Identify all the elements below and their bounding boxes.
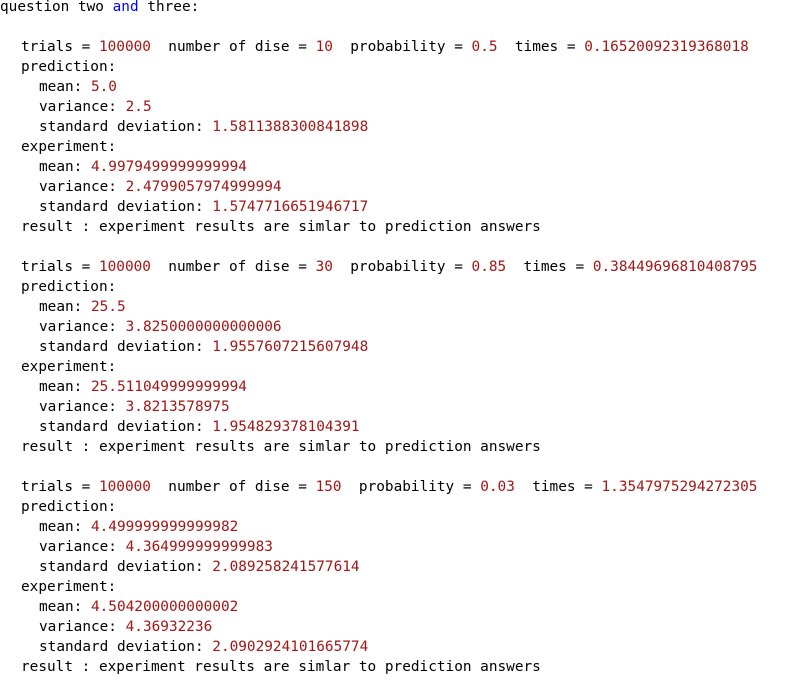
std-value: 2.089258241577614 bbox=[212, 559, 360, 575]
run-1-prediction-std: standard deviation: 1.5811388300841898 bbox=[0, 117, 368, 137]
variance-value: 2.4799057974999994 bbox=[125, 179, 282, 195]
mean-label: mean: bbox=[39, 159, 91, 175]
variance-label: variance: bbox=[39, 319, 126, 335]
run-3-prediction-heading: prediction: bbox=[21, 499, 117, 515]
run-3-prediction-variance: variance: 4.364999999999983 bbox=[0, 537, 273, 557]
times-value: 0.38449696810408795 bbox=[592, 259, 758, 275]
run-3-experiment-heading: experiment: bbox=[21, 579, 117, 595]
run-1-prediction-variance: variance: 2.5 bbox=[0, 97, 152, 117]
std-value: 1.5747716651946717 bbox=[212, 199, 369, 215]
run-2-prediction-mean: mean: 25.5 bbox=[0, 297, 126, 317]
dice-label: number of dise = bbox=[168, 479, 316, 495]
probability-value: 0.85 bbox=[471, 259, 507, 275]
run-2-experiment-variance: variance: 3.8213578975 bbox=[0, 397, 230, 417]
run-2-summary: trials = 100000 number of dise = 30 prob… bbox=[0, 257, 757, 277]
run-2-prediction-std: standard deviation: 1.9557607215607948 bbox=[0, 337, 368, 357]
std-label: standard deviation: bbox=[39, 199, 213, 215]
run-1-experiment-variance: variance: 2.4799057974999994 bbox=[0, 177, 282, 197]
variance-value: 2.5 bbox=[125, 99, 152, 115]
mean-label: mean: bbox=[39, 79, 91, 95]
run-1-experiment-mean: mean: 4.9979499999999994 bbox=[0, 157, 247, 177]
run-1-summary: trials = 100000 number of dise = 10 prob… bbox=[0, 37, 749, 57]
probability-value: 0.5 bbox=[471, 39, 498, 55]
mean-label: mean: bbox=[39, 299, 91, 315]
dice-value: 30 bbox=[315, 259, 333, 275]
probability-label: probability = bbox=[350, 259, 472, 275]
run-1-prediction-heading: prediction: bbox=[21, 59, 117, 75]
variance-label: variance: bbox=[39, 619, 126, 635]
run-2-experiment-std: standard deviation: 1.954829378104391 bbox=[0, 417, 360, 437]
times-value: 1.3547975294272305 bbox=[601, 479, 758, 495]
dice-value: 10 bbox=[315, 39, 333, 55]
variance-value: 3.8213578975 bbox=[125, 399, 230, 415]
dice-value: 150 bbox=[315, 479, 342, 495]
times-label: times = bbox=[532, 479, 602, 495]
trials-label: trials = bbox=[21, 259, 99, 275]
heading-text-end: three: bbox=[138, 0, 200, 15]
heading-text: question two bbox=[0, 0, 113, 15]
trials-label: trials = bbox=[21, 479, 99, 495]
trials-value: 100000 bbox=[98, 479, 151, 495]
trials-label: trials = bbox=[21, 39, 99, 55]
mean-value: 25.511049999999994 bbox=[90, 379, 247, 395]
mean-label: mean: bbox=[39, 379, 91, 395]
trials-value: 100000 bbox=[98, 259, 151, 275]
mean-label: mean: bbox=[39, 599, 91, 615]
std-value: 1.954829378104391 bbox=[212, 419, 360, 435]
std-value: 2.0902924101665774 bbox=[212, 639, 369, 655]
run-3-prediction-mean: mean: 4.499999999999982 bbox=[0, 517, 238, 537]
run-1-experiment-std: standard deviation: 1.5747716651946717 bbox=[0, 197, 368, 217]
probability-value: 0.03 bbox=[480, 479, 515, 495]
times-value: 0.16520092319368018 bbox=[584, 39, 749, 55]
run-3-experiment-variance: variance: 4.36932236 bbox=[0, 617, 212, 637]
run-3-result: result : experiment results are simlar t… bbox=[21, 659, 541, 675]
variance-label: variance: bbox=[39, 539, 126, 555]
variance-value: 3.8250000000000006 bbox=[125, 319, 282, 335]
times-label: times = bbox=[523, 259, 593, 275]
trials-value: 100000 bbox=[98, 39, 151, 55]
std-value: 1.5811388300841898 bbox=[212, 119, 369, 135]
run-2-prediction-heading: prediction: bbox=[21, 279, 117, 295]
std-label: standard deviation: bbox=[39, 119, 213, 135]
run-3-experiment-mean: mean: 4.504200000000002 bbox=[0, 597, 238, 617]
std-label: standard deviation: bbox=[39, 559, 213, 575]
variance-value: 4.364999999999983 bbox=[125, 539, 273, 555]
run-2-result: result : experiment results are simlar t… bbox=[21, 439, 541, 455]
run-2-prediction-variance: variance: 3.8250000000000006 bbox=[0, 317, 282, 337]
variance-label: variance: bbox=[39, 179, 126, 195]
heading-keyword: and bbox=[112, 0, 139, 15]
std-value: 1.9557607215607948 bbox=[212, 339, 369, 355]
mean-value: 4.499999999999982 bbox=[90, 519, 239, 535]
variance-value: 4.36932236 bbox=[125, 619, 213, 635]
variance-label: variance: bbox=[39, 99, 126, 115]
times-label: times = bbox=[514, 39, 585, 55]
dice-label: number of dise = bbox=[168, 259, 316, 275]
run-2-experiment-heading: experiment: bbox=[21, 359, 117, 375]
probability-label: probability = bbox=[350, 39, 472, 55]
std-label: standard deviation: bbox=[39, 339, 213, 355]
dice-label: number of dise = bbox=[168, 39, 316, 55]
mean-value: 25.5 bbox=[90, 299, 126, 315]
run-3-summary: trials = 100000 number of dise = 150 pro… bbox=[0, 477, 757, 497]
run-1-result: result : experiment results are simlar t… bbox=[21, 219, 541, 235]
run-3-experiment-std: standard deviation: 2.0902924101665774 bbox=[0, 637, 368, 657]
std-label: standard deviation: bbox=[39, 639, 213, 655]
mean-value: 4.504200000000002 bbox=[90, 599, 239, 615]
run-2-experiment-mean: mean: 25.511049999999994 bbox=[0, 377, 247, 397]
mean-label: mean: bbox=[39, 519, 91, 535]
probability-label: probability = bbox=[358, 479, 481, 495]
run-3-prediction-std: standard deviation: 2.089258241577614 bbox=[0, 557, 360, 577]
variance-label: variance: bbox=[39, 399, 126, 415]
mean-value: 5.0 bbox=[90, 79, 117, 95]
run-1-prediction-mean: mean: 5.0 bbox=[0, 77, 117, 97]
run-1-experiment-heading: experiment: bbox=[21, 139, 117, 155]
mean-value: 4.9979499999999994 bbox=[90, 159, 247, 175]
output-heading: question two and three: bbox=[0, 0, 199, 17]
std-label: standard deviation: bbox=[39, 419, 213, 435]
